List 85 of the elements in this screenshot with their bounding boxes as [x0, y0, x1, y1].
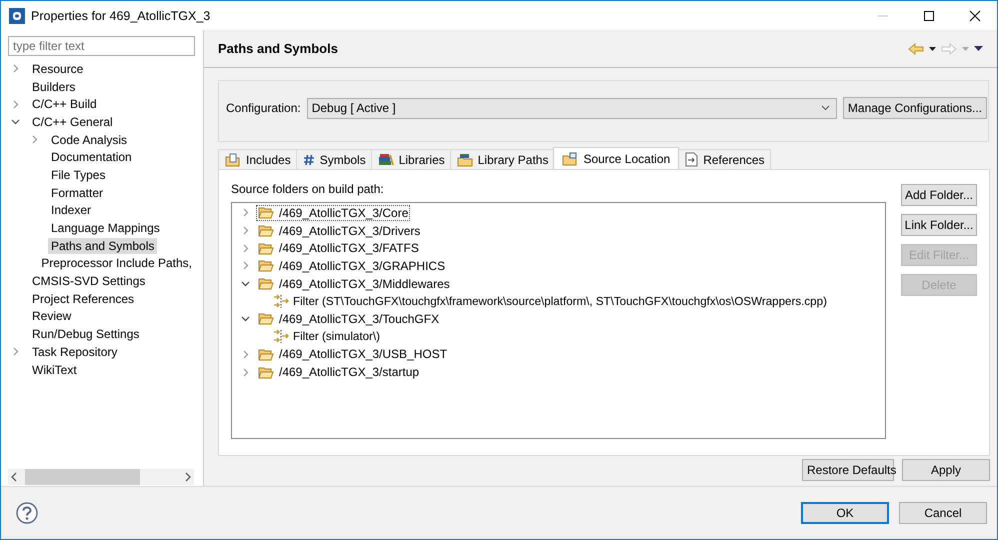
folder-action-button[interactable]: Add Folder...	[901, 184, 977, 206]
tree-item[interactable]: Task Repository	[29, 344, 120, 360]
folder-item[interactable]: /469_AtollicTGX_3/TouchGFX	[256, 310, 442, 327]
folder-item[interactable]: /469_AtollicTGX_3/Core	[256, 204, 410, 221]
tab[interactable]: References	[678, 149, 771, 169]
tree-item[interactable]: Resource	[29, 60, 86, 77]
folder-item[interactable]: /469_AtollicTGX_3/Drivers	[256, 222, 422, 239]
folder-icon	[258, 259, 274, 272]
forward-arrow-icon[interactable]	[941, 42, 957, 54]
app-logo-icon	[9, 8, 25, 24]
tree-item[interactable]: Code Analysis	[48, 132, 130, 148]
filter-icon	[273, 294, 289, 309]
manage-configurations-button[interactable]: Manage Configurations...	[842, 97, 987, 119]
tab[interactable]: Symbols	[296, 149, 372, 169]
tab[interactable]: Includes	[218, 149, 297, 169]
tree-item[interactable]: Formatter	[48, 184, 106, 201]
filter-field[interactable]: type filter text	[8, 36, 195, 56]
tree-item[interactable]: C/C++ Build	[29, 96, 100, 112]
chevron-right-icon[interactable]	[240, 244, 250, 253]
tab[interactable]: Source Location	[553, 147, 680, 169]
tab[interactable]: Library Paths	[450, 149, 554, 169]
tree-item[interactable]: Review	[29, 308, 74, 324]
chevron-right-icon[interactable]	[240, 226, 250, 236]
folder-icon	[258, 224, 274, 238]
filter-item[interactable]: Filter (simulator\)	[293, 330, 380, 344]
configuration-label: Configuration:	[226, 101, 301, 115]
apply-button[interactable]: Apply	[902, 459, 990, 481]
scrollbar-drawing[interactable]	[8, 469, 194, 485]
filter-item[interactable]: Filter (ST\TouchGFX\touchgfx\framework\source\platform\, ST\TouchGFX\touchgfx\os\OSWrappers.cpp)	[293, 294, 827, 308]
back-arrow-icon[interactable]	[908, 42, 924, 54]
configuration-dropdown[interactable]: Debug [ Active ]	[306, 98, 837, 118]
tree-item[interactable]: File Types	[48, 166, 108, 183]
page-title: Paths and Symbols	[218, 41, 338, 56]
folder-icon	[258, 206, 274, 220]
folder-page-icon	[225, 152, 241, 166]
chevron-right-icon[interactable]	[240, 261, 250, 270]
tree-item[interactable]: Run/Debug Settings	[29, 326, 142, 342]
folder-icon	[258, 277, 274, 290]
window-title: Properties for 469_AtollicTGX_3	[31, 8, 210, 22]
books-icon	[378, 153, 394, 166]
chevron-right-icon[interactable]	[240, 368, 250, 377]
folder-icon	[258, 312, 274, 326]
dialog-button[interactable]: Cancel	[899, 502, 987, 524]
section-heading: Source folders on build path:	[231, 182, 385, 196]
chevron-down-icon	[820, 105, 830, 111]
folder-icon	[258, 242, 274, 255]
page-arrow-icon	[685, 152, 698, 167]
tree-item[interactable]: Indexer	[48, 202, 94, 218]
chevron-right-icon[interactable]	[11, 100, 20, 109]
tree-item[interactable]: WikiText	[29, 362, 80, 378]
folder-action-button[interactable]: Link Folder...	[901, 214, 977, 236]
folder-item[interactable]: /469_AtollicTGX_3/Middlewares	[256, 276, 452, 292]
chevron-right-icon[interactable]	[11, 347, 20, 356]
dialog-button[interactable]: OK	[801, 502, 889, 524]
tree-item[interactable]: Preprocessor Include Paths,	[38, 255, 195, 272]
tree-item[interactable]: Builders	[29, 78, 78, 95]
tree-item[interactable]: Language Mappings	[48, 220, 163, 236]
help-icon[interactable]	[16, 502, 38, 524]
folder-item[interactable]: /469_AtollicTGX_3/GRAPHICS	[256, 258, 448, 274]
tree-item[interactable]: Documentation	[48, 149, 135, 166]
tree-item[interactable]: C/C++ General	[29, 114, 116, 130]
chevron-right-icon[interactable]	[30, 135, 39, 144]
restore-defaults-button[interactable]: Restore Defaults	[802, 459, 894, 481]
tree-item[interactable]: CMSIS-SVD Settings	[29, 273, 148, 290]
chevron-right-icon[interactable]	[240, 350, 250, 359]
view-menu-icon[interactable]	[974, 46, 983, 51]
close-icon[interactable]	[969, 10, 981, 22]
chevron-down-icon[interactable]	[11, 117, 20, 126]
folder-books-icon	[456, 152, 473, 166]
chevron-right-icon[interactable]	[240, 208, 250, 218]
folder-icon	[562, 152, 578, 166]
folder-icon	[258, 348, 274, 361]
folder-item[interactable]: /469_AtollicTGX_3/FATFS	[256, 240, 421, 256]
hash-icon	[302, 154, 315, 166]
caret-icon[interactable]	[929, 46, 936, 50]
filter-icon	[273, 329, 289, 344]
chevron-down-icon[interactable]	[240, 279, 250, 288]
folder-item[interactable]: /469_AtollicTGX_3/USB_HOST	[256, 346, 450, 362]
tree-item[interactable]: Paths and Symbols	[48, 238, 158, 254]
folder-item[interactable]: /469_AtollicTGX_3/startup	[256, 364, 422, 380]
folder-icon	[258, 366, 274, 379]
maximize-icon[interactable]	[923, 10, 935, 22]
tree-item[interactable]: Project References	[29, 290, 138, 307]
chevron-down-icon[interactable]	[240, 314, 250, 324]
chevron-right-icon[interactable]	[11, 64, 20, 74]
